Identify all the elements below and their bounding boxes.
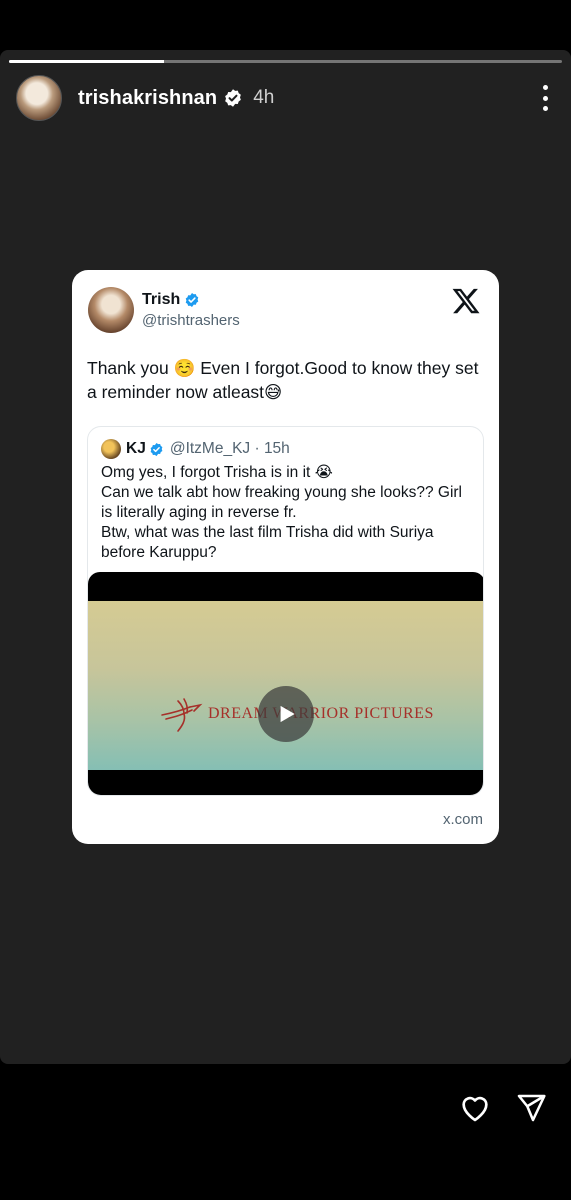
tweet-header: Trish @trishtrashers (88, 286, 483, 334)
story-progress-bar (9, 60, 562, 63)
brand-text: DREAM WARRIOR PICTURES (208, 705, 434, 722)
verified-icon (150, 442, 163, 456)
quoted-author-name[interactable]: KJ (126, 440, 146, 458)
tweet-author-name[interactable]: Trish (142, 291, 180, 309)
quoted-handle-time: @ItzMe_KJ · 15h (169, 440, 290, 457)
quoted-line: Btw, what was the last film Trisha did w… (101, 524, 434, 561)
quoted-line: Omg yes, I forgot Trisha is in it 😭 (101, 464, 333, 481)
video-player[interactable]: DREAM WARRIOR PICTURES (88, 572, 483, 795)
story-progress-fill (9, 60, 164, 63)
story-username[interactable]: trishakrishnan (78, 87, 217, 110)
tweet-text: Thank you ☺️ Even I forgot.Good to know … (87, 358, 479, 402)
quoted-line: Can we talk abt how freaking young she l… (101, 484, 463, 521)
x-logo-icon (452, 288, 480, 314)
more-vertical-icon[interactable] (541, 85, 549, 111)
avatar[interactable] (16, 75, 62, 121)
story-actions (457, 1090, 549, 1126)
verified-icon (225, 89, 242, 107)
bird-logo-icon (161, 698, 203, 732)
tweet-author-handle[interactable]: @trishtrashers (142, 312, 240, 329)
quoted-tweet-header: KJ @ItzMe_KJ · 15h (101, 439, 290, 459)
quoted-tweet[interactable]: KJ @ItzMe_KJ · 15h Omg yes, I forgot Tri… (87, 426, 484, 796)
quoted-avatar[interactable] (101, 439, 121, 459)
play-icon[interactable] (258, 686, 314, 742)
send-icon[interactable] (513, 1090, 549, 1126)
tweet-source[interactable]: x.com (443, 811, 483, 828)
story-timestamp: 4h (253, 87, 275, 108)
heart-icon[interactable] (457, 1090, 493, 1126)
story-header: trishakrishnan 4h (16, 74, 555, 122)
story-container: trishakrishnan 4h Trish @trishtrashers T… (0, 50, 571, 1064)
quoted-tweet-text: Omg yes, I forgot Trisha is in it 😭 Can … (101, 463, 471, 563)
tweet-avatar[interactable] (88, 287, 134, 333)
tweet-card[interactable]: Trish @trishtrashers Thank you ☺️ Even I… (72, 270, 499, 844)
verified-icon (185, 293, 199, 307)
video-frame: DREAM WARRIOR PICTURES (88, 601, 483, 770)
